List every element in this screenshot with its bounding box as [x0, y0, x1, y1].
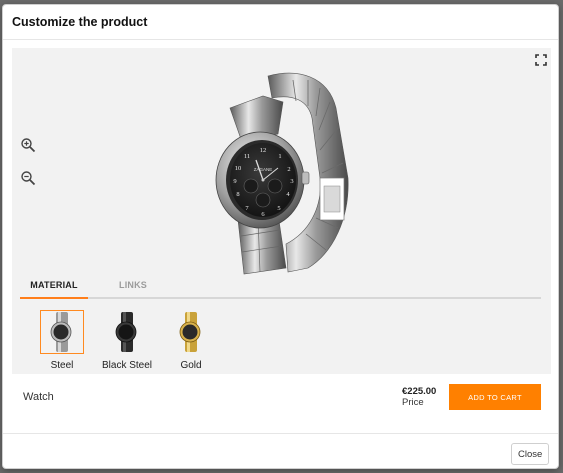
close-button[interactable]: Close: [511, 443, 549, 465]
zoom-out-icon[interactable]: [20, 170, 36, 186]
svg-text:12: 12: [260, 147, 267, 154]
steel-watch-thumbnail: [40, 310, 84, 354]
svg-text:11: 11: [244, 153, 250, 160]
customization-tabs: MATERIAL LINKS: [20, 274, 541, 299]
modal-title: Customize the product: [3, 5, 558, 40]
price-value: €225.00: [402, 386, 437, 397]
svg-text:8: 8: [236, 191, 239, 198]
svg-text:2: 2: [287, 166, 290, 173]
customize-product-modal: Customize the product 12 1 2 3 4 5 6 7 8…: [2, 4, 559, 469]
svg-text:3: 3: [290, 178, 293, 185]
fullscreen-icon[interactable]: [535, 53, 547, 66]
swatch-label: Gold: [180, 360, 202, 371]
modal-footer: Close: [3, 433, 558, 468]
price-block: €225.00 Price: [402, 386, 436, 408]
product-summary: Watch €225.00 Price ADD TO CART: [12, 376, 551, 420]
price-label: Price: [402, 397, 424, 408]
svg-text:9: 9: [233, 178, 236, 185]
svg-text:5: 5: [277, 205, 280, 212]
svg-text:10: 10: [235, 165, 242, 172]
gold-watch-thumbnail: [169, 310, 213, 354]
product-name: Watch: [23, 391, 54, 403]
add-to-cart-button[interactable]: ADD TO CART: [449, 384, 541, 410]
material-option-gold[interactable]: Gold: [151, 310, 231, 371]
tab-links[interactable]: LINKS: [98, 274, 168, 297]
black-steel-watch-thumbnail: [105, 310, 149, 354]
zoom-in-icon[interactable]: [20, 137, 36, 153]
tab-material[interactable]: MATERIAL: [20, 274, 88, 299]
watch-brand-label: ZAGANE: [254, 167, 273, 172]
watch-3d-model[interactable]: 12 1 2 3 4 5 6 7 8 9 10 11 ZAGANE: [208, 68, 358, 276]
svg-text:1: 1: [278, 153, 281, 160]
product-3d-viewer[interactable]: 12 1 2 3 4 5 6 7 8 9 10 11 ZAGANE MATERI…: [12, 48, 551, 374]
